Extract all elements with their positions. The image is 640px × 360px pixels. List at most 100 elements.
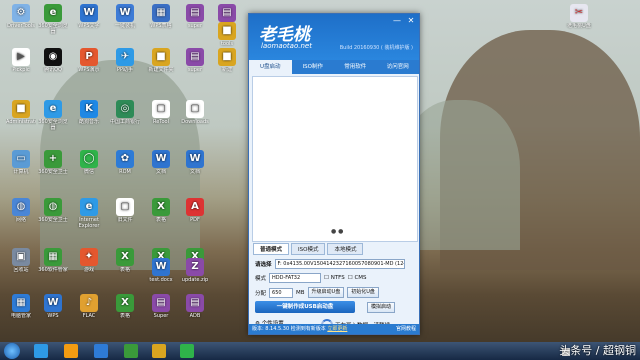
desktop-icon[interactable]: ▦ WPS表格 xyxy=(146,4,176,35)
desktop-icon-label: 360软件管家 xyxy=(38,267,68,273)
desktop-icon[interactable]: K 酷狗音乐 xyxy=(74,100,104,131)
desktop-icon[interactable]: X表格 xyxy=(110,248,140,279)
desktop-app-icon: X xyxy=(116,248,134,266)
tutorial-link[interactable]: 官网教程 xyxy=(396,324,416,334)
mode-label: 模式 xyxy=(255,276,267,282)
desktop-icon[interactable]: ⚙ DriverTools xyxy=(6,4,36,35)
desktop-icon[interactable]: ▤ ADB xyxy=(180,294,210,325)
init-usb-button[interactable]: 初始化U盘 xyxy=(347,287,379,298)
desktop-icon[interactable]: ■Administrator xyxy=(6,100,36,131)
desktop-icon[interactable]: ◯ 微信 xyxy=(74,150,104,181)
desktop-icon[interactable]: e 360安全浏览器 xyxy=(38,4,68,35)
taskbar-360-icon[interactable] xyxy=(124,344,138,358)
ntfs-checkbox[interactable]: ☐ NTFS xyxy=(324,275,345,281)
desktop-icon-label: FLAC xyxy=(82,313,96,319)
desktop-icon[interactable]: W 文档 xyxy=(146,150,176,181)
tab-normal-mode[interactable]: 普通模式 xyxy=(253,243,290,255)
taskbar-ie-icon[interactable] xyxy=(34,344,48,358)
desktop-icon[interactable]: ▤ super xyxy=(180,48,210,79)
desktop-icon[interactable]: ■ 新建文件夹 xyxy=(146,48,176,79)
desktop-icon[interactable]: X表格 xyxy=(146,198,176,229)
desktop-icon[interactable]: ▢ Downloads xyxy=(180,100,210,131)
desktop-icon[interactable]: ▦ 电脑管家 xyxy=(6,294,36,325)
desktop-icon-label: PDF xyxy=(190,217,200,223)
desktop-icon[interactable]: ▤ Super xyxy=(146,294,176,325)
desktop-icon[interactable]: A PDF xyxy=(180,198,210,229)
minimize-button[interactable]: — xyxy=(391,16,403,26)
desktop-icon[interactable]: ◍ 360安全卫士 xyxy=(38,198,68,229)
desktop-icon-label: super xyxy=(187,23,203,29)
desktop-icon-label: 酷狗音乐 xyxy=(78,119,99,125)
desktop-icon[interactable]: ◎ 中国工商银行 xyxy=(110,100,140,131)
taskbar-folder-icon[interactable] xyxy=(152,344,166,358)
taskbar-app-icon[interactable] xyxy=(180,344,194,358)
title-bar[interactable]: 老毛桃 laomaotao.net Build 20160930 ( 装机维护版… xyxy=(249,14,419,60)
desktop-icon[interactable]: W WPS文字 xyxy=(74,4,104,35)
tab-website[interactable]: 访问官网 xyxy=(377,60,420,74)
watermark-text: 头条号 / 超钢铜 xyxy=(559,344,636,357)
partition-input[interactable]: 650 xyxy=(269,287,294,298)
desktop-app-icon: ▭ xyxy=(12,150,30,168)
desktop-icon[interactable]: ♪ FLAC xyxy=(74,294,104,325)
desktop-icon[interactable]: ▭ 计算机 xyxy=(6,150,36,181)
tab-local-mode[interactable]: 本地模式 xyxy=(327,243,364,255)
tab-iso-mode[interactable]: ISO模式 xyxy=(291,243,326,255)
tab-usb-boot[interactable]: U盘启动 xyxy=(249,60,292,74)
desktop-icon[interactable]: ▢ 旧文件 xyxy=(110,198,140,229)
partition-unit: MB xyxy=(296,289,305,296)
desktop-app-icon: ✈ xyxy=(116,48,134,66)
simulate-boot-button[interactable]: 模拟启动 xyxy=(367,302,396,313)
desktop-file-zip[interactable]: Z update.zip xyxy=(180,258,210,289)
desktop-icon[interactable]: e Internet Explorer xyxy=(74,198,104,229)
desktop-icon-label: 游戏 xyxy=(83,267,94,273)
desktop-icon[interactable]: W WPS xyxy=(38,294,68,325)
tab-iso[interactable]: ISO制作 xyxy=(292,60,335,74)
desktop-app-icon: e xyxy=(44,4,62,22)
taskbar-store-icon[interactable] xyxy=(64,344,78,358)
desktop-file-docx[interactable]: W test.docx xyxy=(146,258,176,289)
desktop-icon[interactable]: ✦ 游戏 xyxy=(74,248,104,279)
desktop-icon[interactable]: ▤ super xyxy=(180,4,210,35)
desktop-icon[interactable]: ◍ 网络 xyxy=(6,198,36,229)
desktop-icon-label: 计算机 xyxy=(13,169,29,175)
make-usb-boot-button[interactable]: 一键制作成USB启动盘 xyxy=(255,301,355,313)
desktop-app-icon: X xyxy=(116,294,134,312)
desktop-app-icon: ◉ xyxy=(44,48,62,66)
update-now-link[interactable]: 立即更新 xyxy=(327,326,347,332)
desktop-icon-label: Downloads xyxy=(181,119,209,125)
start-button[interactable] xyxy=(4,343,20,359)
desktop-icon[interactable]: P WPS演示 xyxy=(74,48,104,79)
update-text: 检测到有新版本 xyxy=(290,326,326,332)
desktop-icon[interactable]: ■ 新建 xyxy=(212,48,242,79)
zip-file-icon: Z xyxy=(186,258,204,276)
desktop-icon[interactable]: ▦ 360软件管家 xyxy=(38,248,68,279)
desktop-icon-label: 新建文件夹 xyxy=(148,67,174,73)
mode-select[interactable]: HDD-FAT32 xyxy=(269,273,322,283)
build-info: Build 20160930 ( 装机维护版 ) xyxy=(339,45,413,51)
close-button[interactable]: ✕ xyxy=(405,16,417,26)
desktop-app-icon: K xyxy=(80,100,98,118)
desktop-app-icon: e xyxy=(80,198,98,216)
desktop-app-icon: ▤ xyxy=(186,294,204,312)
desktop-icon[interactable]: ▶ Pickpic xyxy=(6,48,36,79)
desktop-icon[interactable]: X表格 xyxy=(110,294,140,325)
desktop-icon-label: 旧文件 xyxy=(117,217,133,223)
desktop-icon[interactable]: e 360安全浏览器 xyxy=(38,100,68,131)
desktop-icon[interactable]: W 文档 xyxy=(180,150,210,181)
desktop-icon[interactable]: ✈ PP助手 xyxy=(110,48,140,79)
desktop-icon[interactable]: ▢ ReTool xyxy=(146,100,176,131)
desktop-icon[interactable]: ◉ 腾讯QQ xyxy=(38,48,68,79)
desktop-icon[interactable]: +360安全卫士 xyxy=(38,150,68,181)
desktop-app-icon: W xyxy=(116,4,134,22)
desktop-icon[interactable]: W 一键装机 xyxy=(110,4,140,35)
desktop-icon[interactable]: ✿ ROM xyxy=(110,150,140,181)
desktop-icon-laomaotao-usb[interactable]: ✂ 老毛桃U盘 xyxy=(562,4,596,35)
desktop-icon[interactable]: ▣ 回收站 xyxy=(6,248,36,279)
desktop-app-icon: ■ xyxy=(152,48,170,66)
device-select[interactable]: F: 0x4135.00V1504142327160057080901-MD (… xyxy=(274,259,405,269)
carousel-dots[interactable]: ● ● xyxy=(331,228,343,235)
cms-checkbox[interactable]: ☐ CMS xyxy=(348,275,367,281)
upgrade-usb-button[interactable]: 升级启动U盘 xyxy=(307,287,345,298)
tab-software[interactable]: 常用软件 xyxy=(334,60,377,74)
taskbar-pp-icon[interactable] xyxy=(94,344,108,358)
